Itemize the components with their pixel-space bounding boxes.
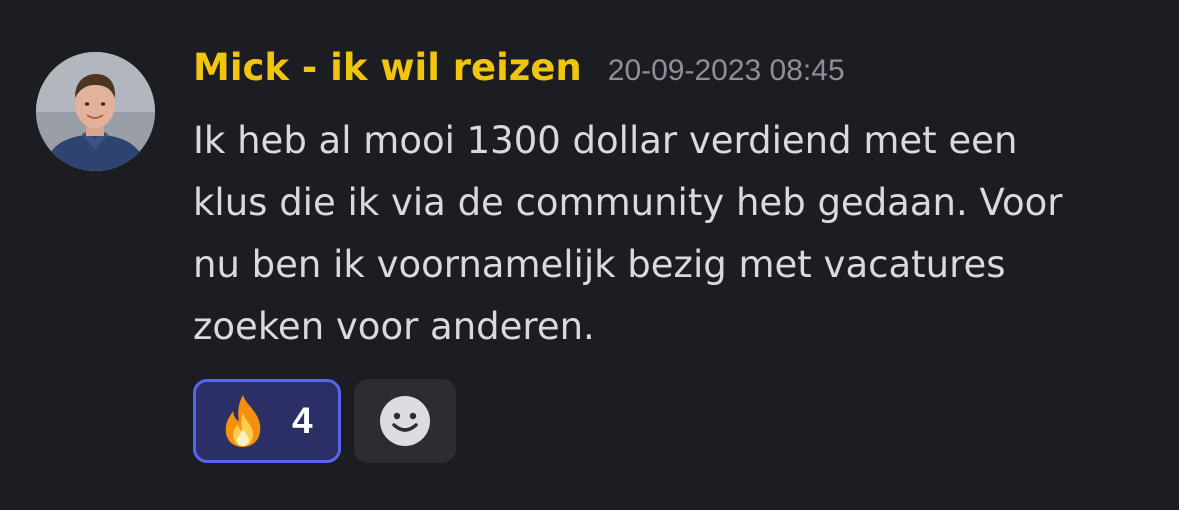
avatar-image	[36, 52, 155, 171]
smiley-face-icon	[380, 396, 430, 446]
username[interactable]: Mick - ik wil reizen	[193, 46, 582, 89]
avatar[interactable]	[36, 52, 155, 171]
chat-message: Mick - ik wil reizen 20-09-2023 08:45 Ik…	[0, 0, 1179, 510]
reactions-bar: 4	[193, 379, 456, 463]
reaction-count: 4	[292, 400, 313, 441]
fire-icon	[225, 395, 261, 447]
message-line: zoeken voor anderen.	[193, 305, 595, 348]
message-line: klus die ik via de community heb gedaan.…	[193, 181, 1063, 224]
add-reaction-button[interactable]	[354, 379, 456, 463]
message-line: Ik heb al mooi 1300 dollar verdiend met …	[193, 119, 1018, 162]
message-line: nu ben ik voornamelijk bezig met vacatur…	[193, 243, 1006, 286]
message-header: Mick - ik wil reizen 20-09-2023 08:45	[193, 46, 845, 102]
timestamp: 20-09-2023 08:45	[607, 54, 845, 87]
reaction-fire[interactable]: 4	[193, 379, 341, 463]
message-content: Ik heb al mooi 1300 dollar verdiend met …	[193, 110, 1153, 358]
